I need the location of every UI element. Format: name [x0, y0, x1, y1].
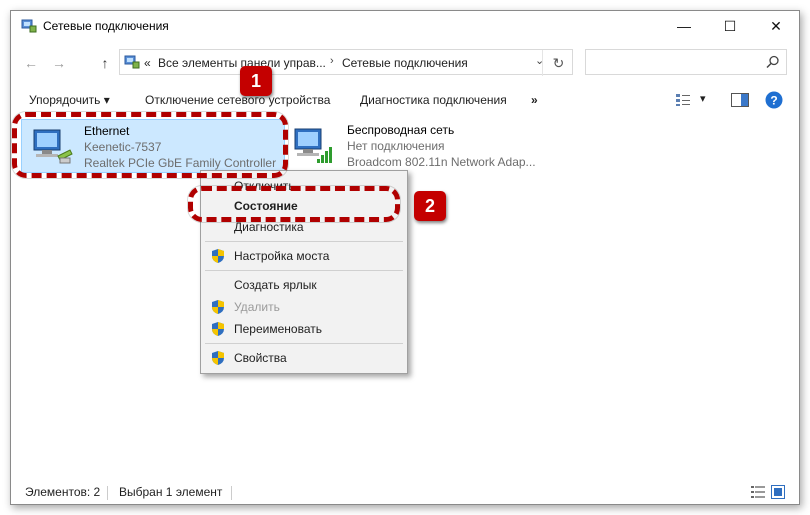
menu-item-label: Переименовать — [234, 322, 322, 336]
uac-shield-icon — [212, 322, 224, 336]
selection-count: Выбран 1 элемент — [119, 485, 223, 499]
step1-highlight-ring — [12, 112, 288, 178]
menu-item-delete[interactable]: Удалить — [201, 296, 407, 318]
network-folder-icon — [124, 55, 140, 69]
close-button[interactable]: ✕ — [753, 11, 799, 41]
uac-shield-icon — [212, 351, 224, 365]
window-title: Сетевые подключения — [43, 19, 169, 33]
connection-name: Беспроводная сеть — [347, 123, 455, 137]
search-box[interactable] — [585, 49, 787, 75]
large-icons-view-icon[interactable] — [771, 485, 785, 499]
up-button[interactable]: ↑ — [95, 53, 115, 73]
svg-text:?: ? — [770, 94, 777, 108]
step2-highlight-ring — [188, 186, 400, 222]
menu-item-label: Свойства — [234, 351, 287, 365]
disable-device-button[interactable]: Отключение сетевого устройства — [145, 93, 330, 107]
status-divider — [231, 486, 232, 500]
status-bar: Элементов: 2 Выбран 1 элемент — [11, 480, 799, 504]
more-commands-button[interactable]: » — [531, 93, 538, 107]
search-input[interactable] — [590, 51, 760, 73]
uac-shield-icon — [212, 249, 224, 263]
minimize-button[interactable]: — — [661, 11, 707, 41]
help-icon[interactable]: ? — [765, 91, 783, 109]
details-view-icon[interactable] — [751, 485, 765, 499]
menu-item-label: Диагностика — [234, 220, 304, 234]
step1-badge: 1 — [240, 66, 272, 96]
back-button[interactable]: ← — [21, 53, 41, 73]
view-options-dropdown[interactable]: ▾ — [700, 92, 706, 105]
breadcrumb-network-connections[interactable]: Сетевые подключения — [342, 56, 468, 70]
refresh-button[interactable]: ↻ — [542, 50, 574, 76]
menu-item-label: Настройка моста — [234, 249, 330, 263]
menu-item-rename[interactable]: Переименовать — [201, 318, 407, 340]
wireless-adapter-icon — [294, 128, 332, 163]
menu-separator — [205, 270, 403, 271]
menu-separator — [205, 241, 403, 242]
item-count: Элементов: 2 — [25, 485, 101, 499]
connection-network: Нет подключения — [347, 139, 445, 153]
address-bar: ← → ↑ « Все элементы панели управ... › С… — [11, 49, 799, 77]
step2-badge: 2 — [414, 191, 446, 221]
diagnose-connection-button[interactable]: Диагностика подключения — [360, 93, 507, 107]
change-view-icon[interactable] — [675, 93, 691, 107]
address-box[interactable]: « Все элементы панели управ... › Сетевые… — [119, 49, 574, 76]
connection-wireless[interactable]: Беспроводная сеть Нет подключения Broadc… — [291, 119, 551, 173]
menu-item-label: Удалить — [234, 300, 280, 314]
menu-separator — [205, 343, 403, 344]
breadcrumb-overflow[interactable]: « — [144, 56, 151, 70]
search-icon — [766, 55, 779, 69]
network-folder-icon — [21, 19, 37, 33]
command-bar: Упорядочить ▾ Отключение сетевого устрой… — [11, 89, 799, 113]
title-bar: Сетевые подключения — ☐ ✕ — [11, 11, 799, 41]
organize-menu-button[interactable]: Упорядочить ▾ — [29, 93, 110, 107]
preview-pane-icon[interactable] — [731, 93, 749, 107]
connection-adapter: Broadcom 802.11n Network Adap... — [347, 155, 536, 169]
status-divider — [107, 486, 108, 500]
forward-button[interactable]: → — [49, 53, 69, 73]
menu-item-create-shortcut[interactable]: Создать ярлык — [201, 274, 407, 296]
maximize-button[interactable]: ☐ — [707, 11, 753, 41]
menu-item-bridge[interactable]: Настройка моста — [201, 245, 407, 267]
uac-shield-icon — [212, 300, 224, 314]
menu-item-label: Создать ярлык — [234, 278, 317, 292]
breadcrumb-chevron-icon[interactable]: › — [330, 55, 334, 67]
menu-item-properties[interactable]: Свойства — [201, 347, 407, 369]
